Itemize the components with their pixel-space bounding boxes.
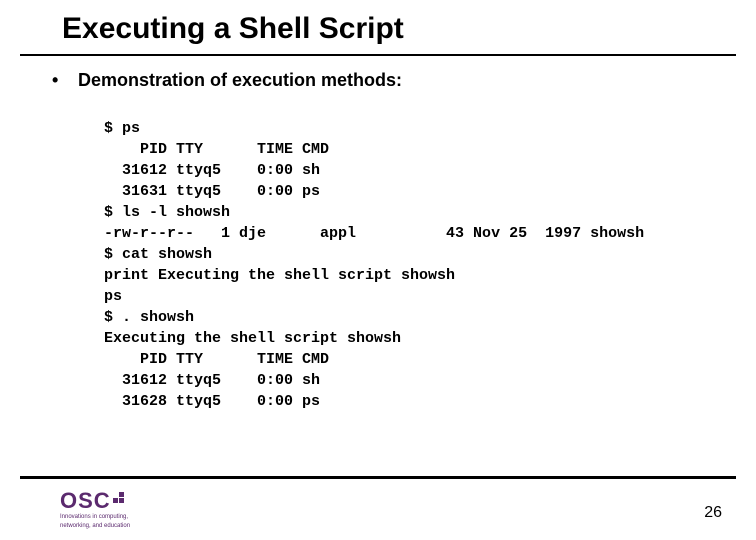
- logo-tagline-1: Innovations in computing,: [60, 514, 130, 521]
- title-underline: [20, 54, 736, 56]
- bullet-marker: •: [52, 70, 78, 91]
- logo-tagline-2: networking, and education: [60, 523, 130, 530]
- footer-rule: [20, 476, 736, 479]
- slide: Executing a Shell Script • Demonstration…: [0, 0, 756, 540]
- page-number: 26: [704, 504, 722, 522]
- logo-text: OSC: [60, 490, 111, 512]
- logo-main: OSC: [60, 490, 130, 512]
- slide-title: Executing a Shell Script: [62, 12, 404, 46]
- bullet-text: Demonstration of execution methods:: [78, 70, 402, 91]
- logo-squares-icon: [113, 490, 127, 504]
- code-listing: $ ps PID TTY TIME CMD 31612 ttyq5 0:00 s…: [104, 118, 644, 412]
- logo: OSC Innovations in computing, networking…: [60, 490, 130, 530]
- bullet-item: • Demonstration of execution methods:: [52, 70, 402, 91]
